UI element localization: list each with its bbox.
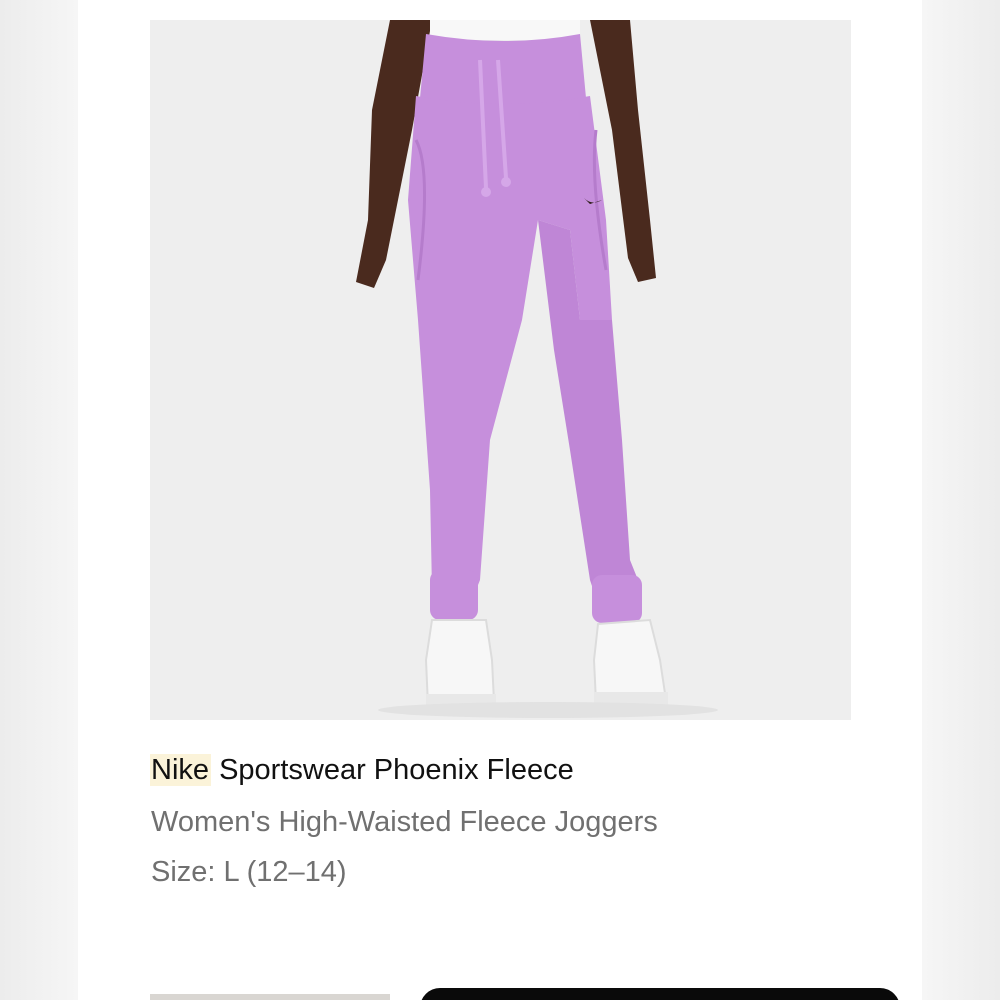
product-title[interactable]: Nike Sportswear Phoenix Fleece — [150, 754, 574, 787]
bottom-action-bar[interactable] — [420, 988, 900, 1000]
product-size: Size: L (12–14) — [151, 856, 347, 888]
product-name: Sportswear Phoenix Fleece — [211, 754, 574, 786]
next-item-thumbnail[interactable] — [150, 994, 390, 1000]
brand-name: Nike — [150, 754, 212, 786]
product-subtitle: Women's High-Waisted Fleece Joggers — [151, 806, 658, 838]
page: Nike Sportswear Phoenix Fleece Women's H… — [0, 0, 1000, 1000]
product-image[interactable] — [150, 20, 851, 720]
right-margin — [922, 0, 1000, 1000]
left-shoe — [424, 619, 496, 708]
joggers-photo — [150, 20, 851, 720]
left-cuff — [430, 570, 478, 620]
right-cuff — [592, 575, 642, 623]
white-top — [430, 20, 580, 40]
waistband — [420, 34, 586, 105]
left-margin — [0, 0, 78, 1000]
